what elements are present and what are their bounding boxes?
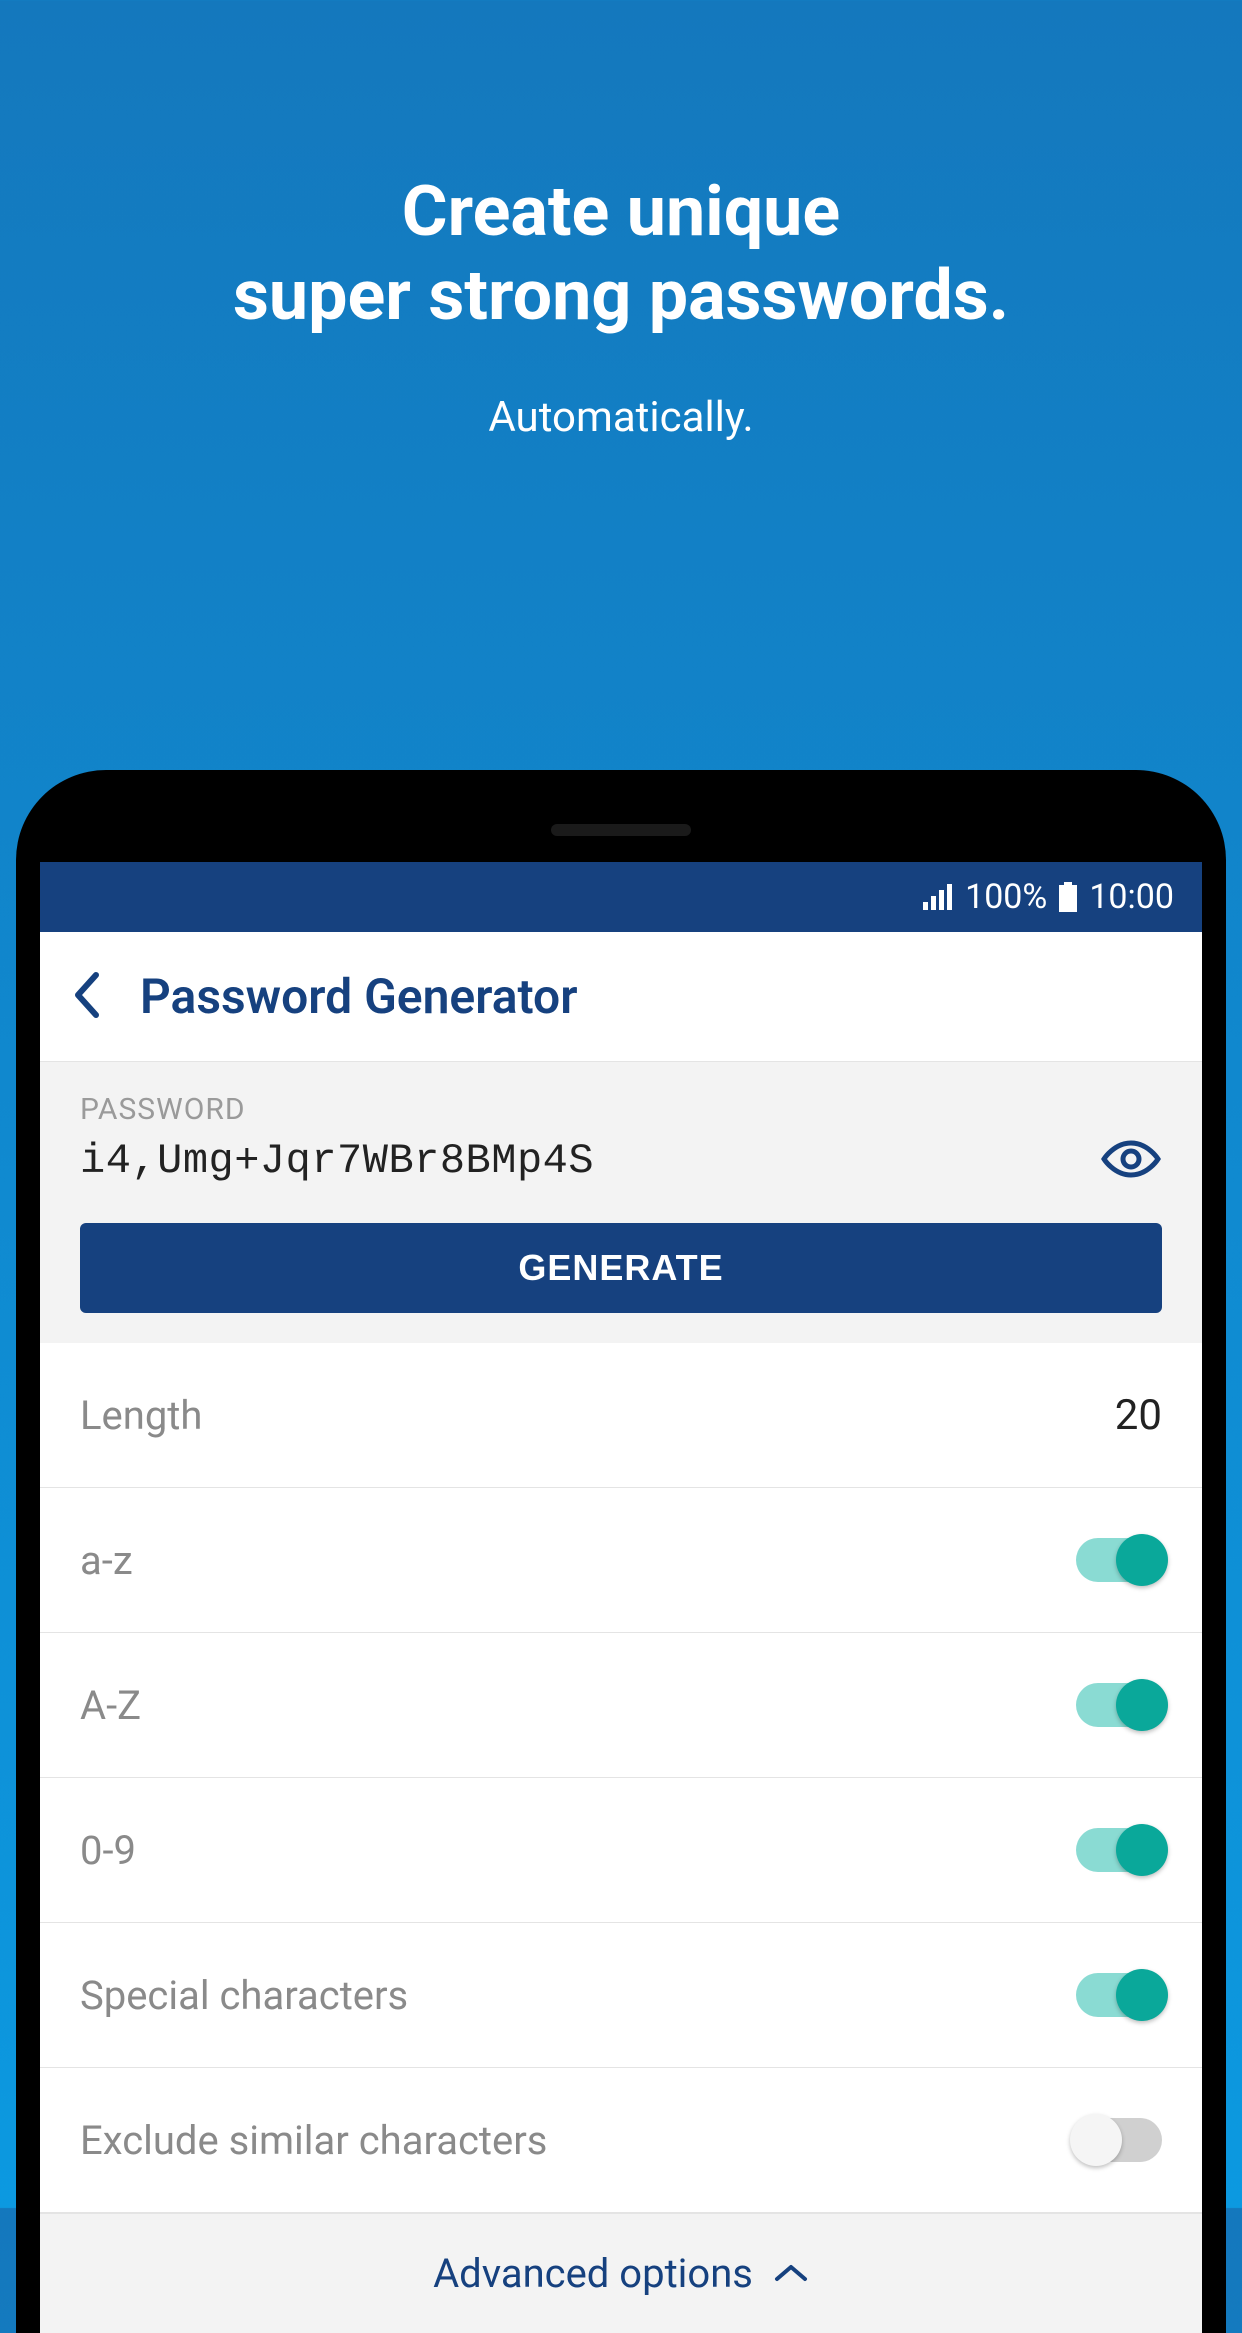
option-label: A-Z [80, 1682, 141, 1729]
eye-icon[interactable] [1100, 1139, 1162, 1183]
options-list: Length 20 a-z A-Z 0-9 Special characters [40, 1343, 1202, 2213]
option-special: Special characters [40, 1923, 1202, 2068]
toggle-exclude-similar[interactable] [1076, 2118, 1162, 2162]
option-label: 0-9 [80, 1827, 136, 1874]
toggle-digits[interactable] [1076, 1828, 1162, 1872]
option-exclude-similar: Exclude similar characters [40, 2068, 1202, 2213]
chevron-up-icon [773, 2261, 809, 2287]
phone-notch [40, 792, 1202, 862]
length-value: 20 [1115, 1391, 1162, 1440]
signal-icon [923, 884, 953, 910]
password-label: PASSWORD [80, 1092, 1162, 1127]
option-digits: 0-9 [40, 1778, 1202, 1923]
advanced-options[interactable]: Advanced options [40, 2213, 1202, 2333]
option-uppercase: A-Z [40, 1633, 1202, 1778]
app-header: Password Generator [40, 932, 1202, 1062]
option-label: a-z [80, 1537, 133, 1584]
option-label: Special characters [80, 1972, 408, 2019]
option-lowercase: a-z [40, 1488, 1202, 1633]
password-value: i4,Umg+Jqr7WBr8BMp4S [80, 1137, 594, 1185]
page-title: Password Generator [140, 968, 577, 1025]
generate-button[interactable]: GENERATE [80, 1223, 1162, 1313]
toggle-uppercase[interactable] [1076, 1683, 1162, 1727]
back-icon[interactable] [70, 971, 100, 1023]
option-label: Exclude similar characters [80, 2117, 547, 2164]
option-label: Length [80, 1392, 202, 1439]
battery-percent: 100% [965, 877, 1047, 917]
toggle-lowercase[interactable] [1076, 1538, 1162, 1582]
status-time: 10:00 [1089, 877, 1174, 917]
password-section: PASSWORD i4,Umg+Jqr7WBr8BMp4S GENERATE [40, 1062, 1202, 1343]
battery-icon [1059, 882, 1077, 912]
promo-title: Create unique super strong passwords. [0, 0, 1242, 338]
advanced-label: Advanced options [433, 2250, 753, 2297]
promo-subtitle: Automatically. [0, 393, 1242, 442]
phone-frame: 100% 10:00 Password Generator PASSWORD i… [16, 770, 1226, 2333]
option-length[interactable]: Length 20 [40, 1343, 1202, 1488]
toggle-special[interactable] [1076, 1973, 1162, 2017]
status-bar: 100% 10:00 [40, 862, 1202, 932]
